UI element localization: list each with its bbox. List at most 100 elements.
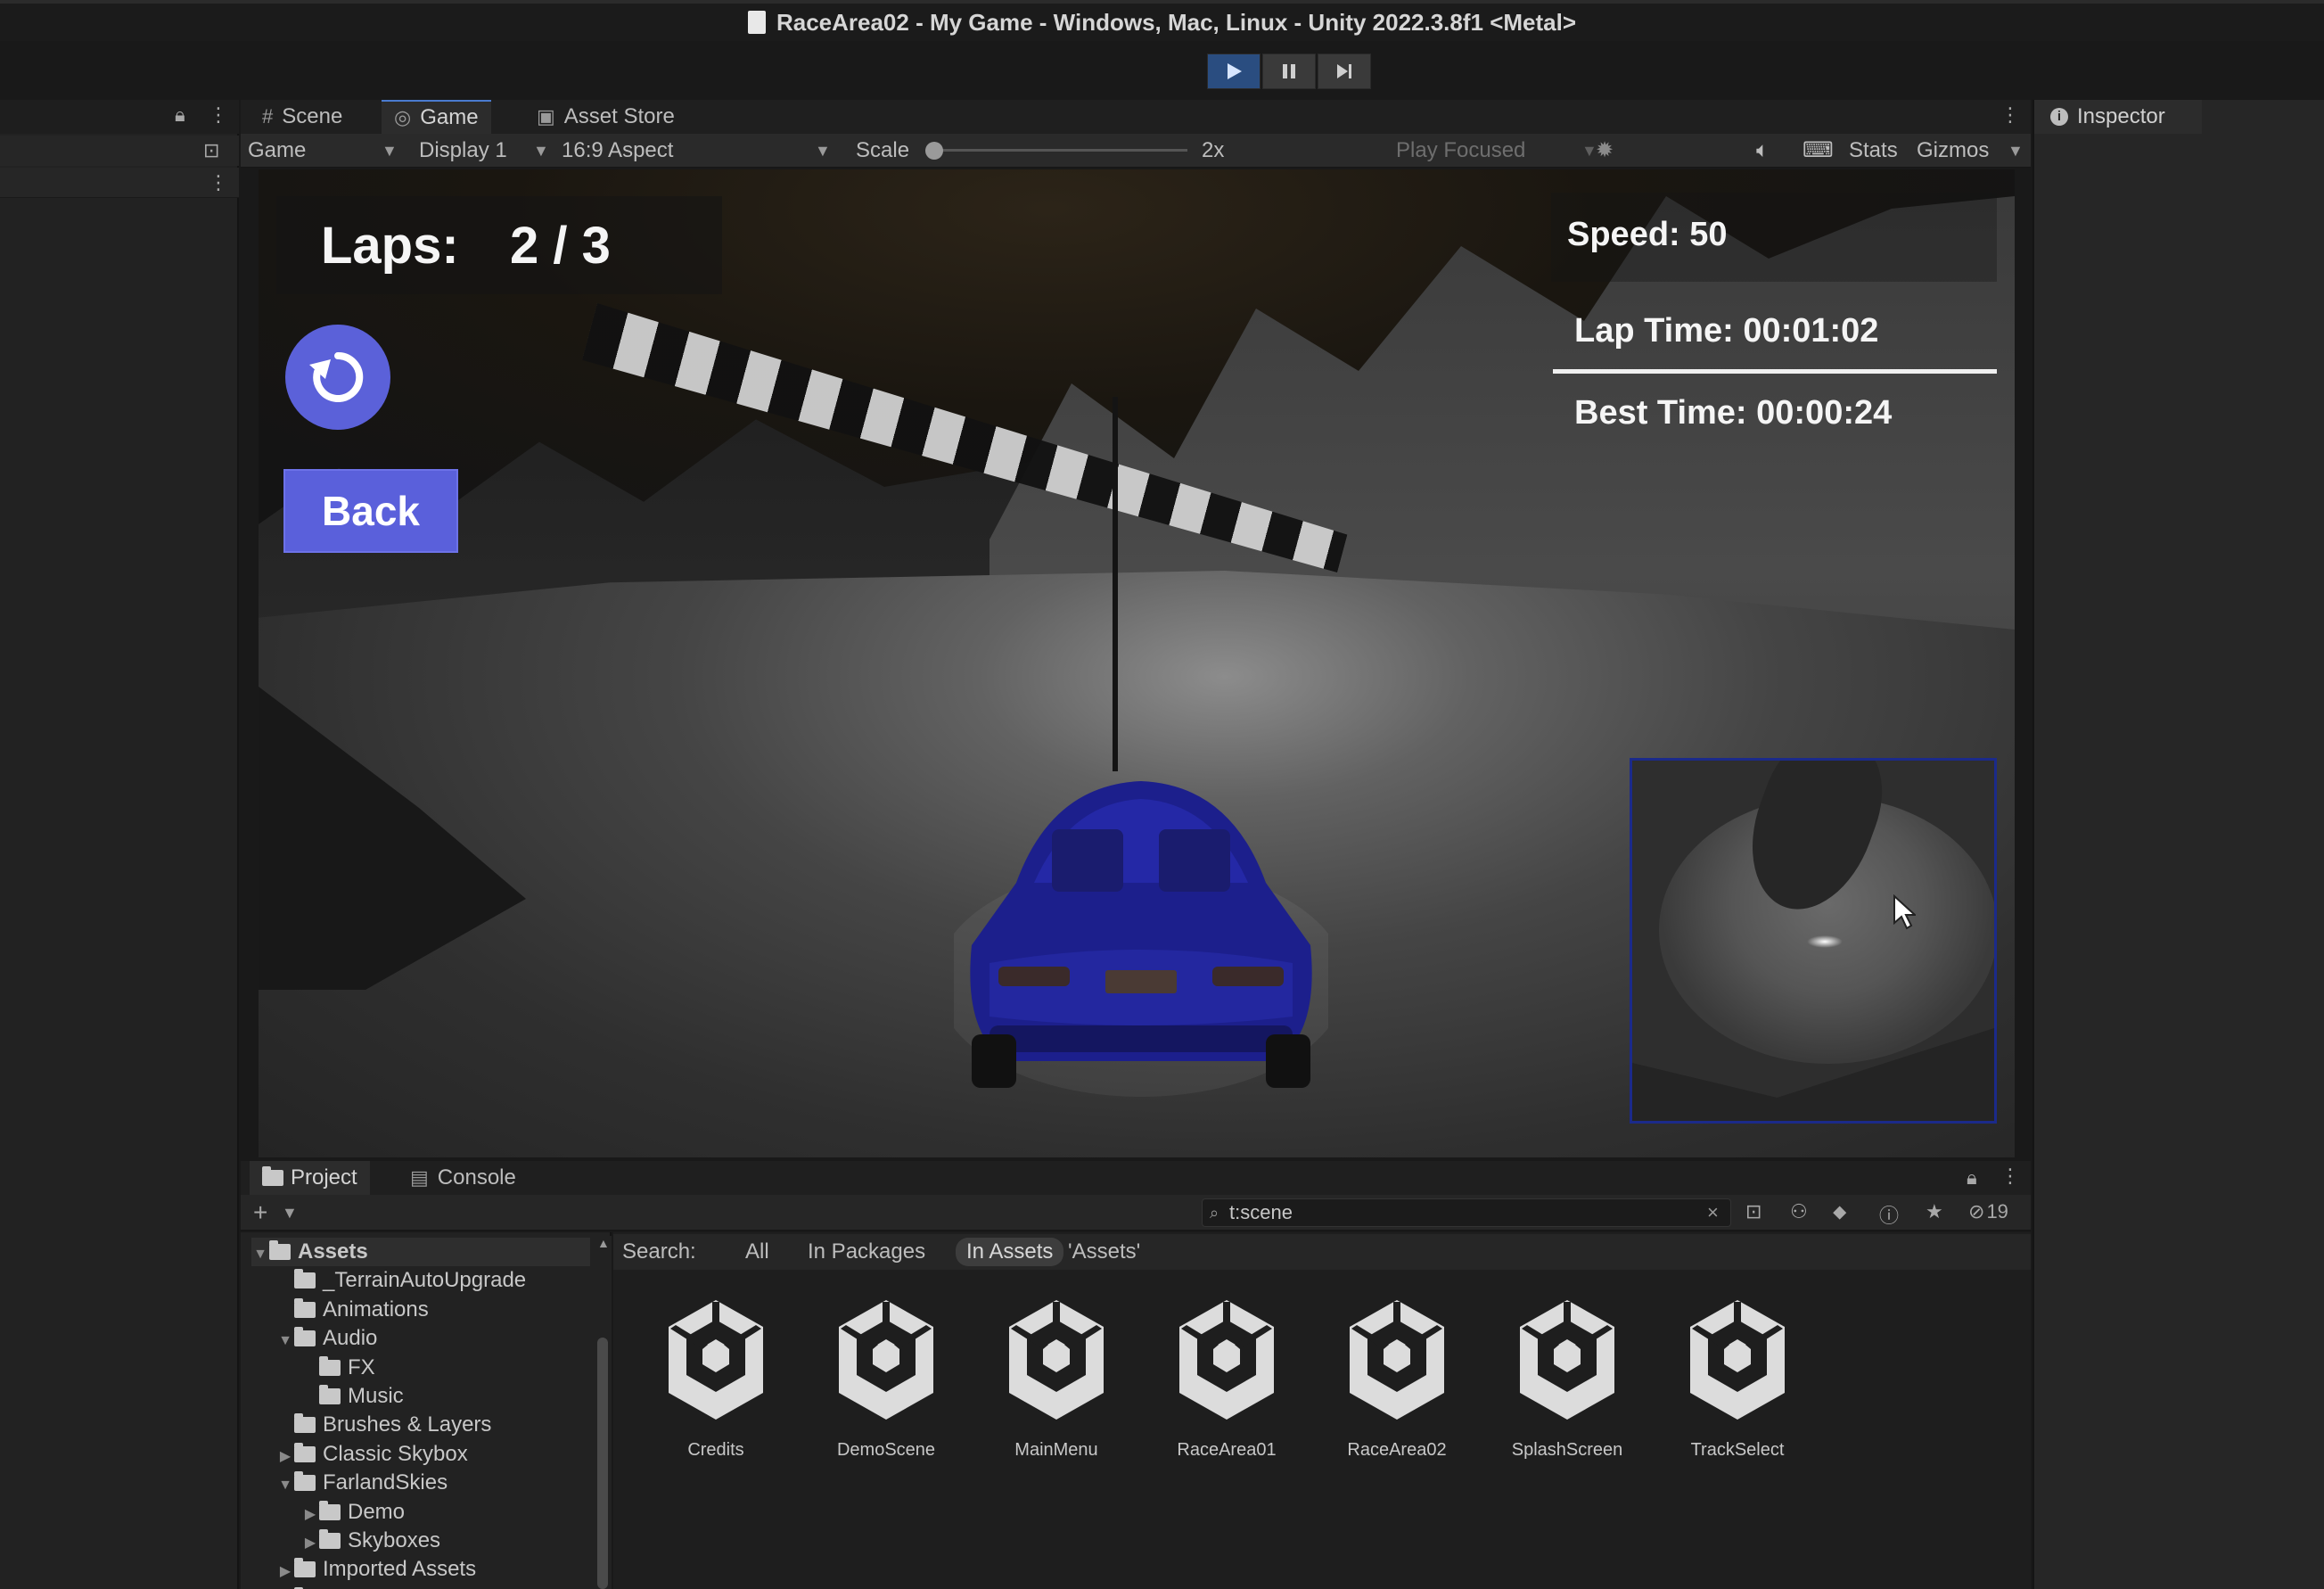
tree-item[interactable]: ▼ Assets	[251, 1238, 590, 1266]
view-select[interactable]: Game ▼	[248, 134, 399, 168]
tree-item-label: Imported Assets	[323, 1557, 477, 1582]
tree-item[interactable]: Animations	[276, 1296, 429, 1324]
tree-item[interactable]: ▶ Classic Skybox	[276, 1440, 468, 1469]
tab-project[interactable]: Project	[250, 1161, 370, 1195]
player-car	[954, 781, 1328, 1097]
tree-item[interactable]: Brushes & Layers	[276, 1411, 491, 1439]
restart-button[interactable]	[285, 325, 390, 430]
folder-icon	[262, 1166, 283, 1186]
gizmos-button[interactable]: Gizmos	[1917, 134, 1989, 168]
tree-item[interactable]: ▶ Skyboxes	[301, 1527, 440, 1555]
unity-scene-icon	[1321, 1293, 1473, 1431]
tab-asset-store-label: Asset Store	[563, 104, 675, 128]
search-icon: ⌕	[1210, 1204, 1219, 1222]
game-view[interactable]: Laps: 2 / 3 Back Speed: 50 Lap Time: 00:…	[259, 169, 2015, 1157]
tab-scene[interactable]: # Scene	[250, 100, 355, 134]
tab-game-label: Game	[420, 105, 479, 129]
tree-scrollbar-thumb[interactable]	[597, 1338, 608, 1589]
tree-item[interactable]: ▼ FarlandSkies	[276, 1469, 448, 1497]
tree-item[interactable]: _TerrainAutoUpgrade	[276, 1266, 526, 1295]
pause-button[interactable]	[1262, 54, 1316, 89]
lock-icon[interactable]: 🔒︎	[1967, 1166, 1977, 1190]
chevron-down-icon[interactable]: ▼	[251, 1240, 269, 1269]
display-select-value: Display 1	[419, 138, 507, 162]
audio-mute-icon[interactable]: 🔈︎	[1756, 134, 1769, 168]
chevron-down-icon[interactable]: ▼	[282, 1204, 298, 1223]
project-toolbar: + ▼ ⌕ t:scene × ⊡ ⚇ ⬥ ⓘ ★ ⊘19	[241, 1195, 2031, 1231]
title-bar: RaceArea02 - My Game - Windows, Mac, Lin…	[0, 0, 2324, 41]
scene-asset-tile[interactable]: Credits	[640, 1293, 792, 1461]
display-select[interactable]: Display 1 ▼	[419, 134, 553, 168]
chevron-right-icon[interactable]: ▶	[276, 1558, 294, 1586]
folder-icon	[319, 1529, 341, 1549]
tab-inspector[interactable]: i Inspector	[2034, 100, 2202, 134]
chevron-right-icon[interactable]: ▶	[301, 1501, 319, 1529]
info-icon: i	[2050, 108, 2068, 126]
scale-slider-handle[interactable]	[925, 142, 943, 160]
console-icon: ▤	[410, 1166, 429, 1189]
tab-console[interactable]: ▤ Console	[398, 1161, 529, 1195]
project-search-input[interactable]: ⌕ t:scene ×	[1202, 1198, 1731, 1227]
minimap	[1630, 758, 1997, 1124]
bottom-tabs: Project ▤ Console 🔒︎ ⋮	[241, 1161, 2031, 1195]
kebab-menu-icon[interactable]: ⋮	[209, 103, 228, 127]
play-mode-select[interactable]: Play Focused ▼	[1396, 134, 1601, 168]
tree-item[interactable]: ▶ Imported Assets	[276, 1555, 476, 1584]
scene-asset-tile[interactable]: DemoScene	[810, 1293, 962, 1461]
search-by-type-icon[interactable]: ⊡	[1745, 1200, 1761, 1223]
hierarchy-scene-row[interactable]: ⋮	[0, 168, 239, 198]
keyboard-icon[interactable]: ⌨︎	[1803, 134, 1834, 168]
hidden-packages-icon[interactable]: ⊘19	[1968, 1200, 2008, 1223]
scroll-up-icon[interactable]: ▲	[597, 1236, 610, 1250]
scene-asset-tile[interactable]: RaceArea02	[1321, 1293, 1473, 1461]
tree-scrollbar[interactable]: ▲	[594, 1236, 612, 1589]
stats-button[interactable]: Stats	[1849, 134, 1898, 168]
search-options-icon[interactable]: ⊡	[203, 139, 219, 162]
hierarchy-search-field[interactable]: ⊡	[0, 136, 239, 166]
panel-menu-icon[interactable]: ⋮	[2000, 1165, 2020, 1188]
scale-slider-track[interactable]	[929, 149, 1187, 152]
filter-by-type-icon[interactable]: ⚇	[1790, 1200, 1808, 1223]
tab-game[interactable]: ◎ Game	[382, 100, 491, 134]
search-filter-assets[interactable]: 'Assets'	[1057, 1238, 1151, 1266]
scene-menu-icon[interactable]: ⋮	[209, 171, 228, 194]
bug-icon[interactable]: ✹	[1596, 134, 1614, 168]
search-filter-in-assets[interactable]: In Assets	[956, 1238, 1064, 1266]
play-button[interactable]	[1207, 54, 1261, 89]
folder-icon	[319, 1500, 341, 1520]
chevron-right-icon[interactable]: ▶	[276, 1443, 294, 1471]
chevron-down-icon[interactable]: ▼	[276, 1327, 294, 1355]
aspect-select[interactable]: 16:9 Aspect ▼	[562, 134, 834, 168]
back-button[interactable]: Back	[283, 469, 458, 553]
unity-scene-icon	[1491, 1293, 1643, 1431]
tabs-menu-icon[interactable]: ⋮	[2000, 103, 2020, 127]
search-scope-bar: Search: All In Packages In Assets 'Assets'	[613, 1234, 2031, 1270]
gizmos-dropdown-icon[interactable]: ▼	[2008, 134, 2024, 168]
lap-time-readout: Lap Time: 00:01:02	[1574, 312, 1879, 350]
scene-asset-tile[interactable]: RaceArea01	[1151, 1293, 1302, 1461]
scene-asset-tile[interactable]: TrackSelect	[1662, 1293, 1813, 1461]
add-icon[interactable]: +	[253, 1198, 267, 1227]
warning-icon[interactable]: ⓘ	[1879, 1200, 1899, 1229]
clear-search-icon[interactable]: ×	[1707, 1199, 1719, 1226]
chevron-down-icon[interactable]: ▼	[276, 1471, 294, 1500]
aspect-select-value: 16:9 Aspect	[562, 138, 674, 162]
mouse-cursor-icon	[1893, 894, 1916, 930]
label-icon[interactable]: ⬥	[1833, 1200, 1846, 1223]
tree-item[interactable]: Materials	[276, 1585, 409, 1589]
tree-item[interactable]: ▶ Demo	[301, 1498, 405, 1527]
chevron-right-icon[interactable]: ▶	[301, 1529, 319, 1558]
tree-item[interactable]: Music	[301, 1382, 404, 1411]
search-filter-in-packages[interactable]: In Packages	[797, 1238, 936, 1266]
tree-item[interactable]: ▼ Audio	[276, 1324, 377, 1353]
search-filter-all[interactable]: All	[735, 1238, 780, 1266]
lock-icon[interactable]: 🔒︎	[175, 103, 185, 127]
folder-icon	[294, 1327, 316, 1347]
folder-icon	[294, 1471, 316, 1492]
step-button[interactable]	[1318, 54, 1371, 89]
tab-asset-store[interactable]: ▣ Asset Store	[524, 100, 687, 134]
tree-item[interactable]: FX	[301, 1354, 375, 1382]
scene-asset-tile[interactable]: SplashScreen	[1491, 1293, 1643, 1461]
favorite-star-icon[interactable]: ★	[1926, 1200, 1943, 1223]
scene-asset-tile[interactable]: MainMenu	[981, 1293, 1132, 1461]
